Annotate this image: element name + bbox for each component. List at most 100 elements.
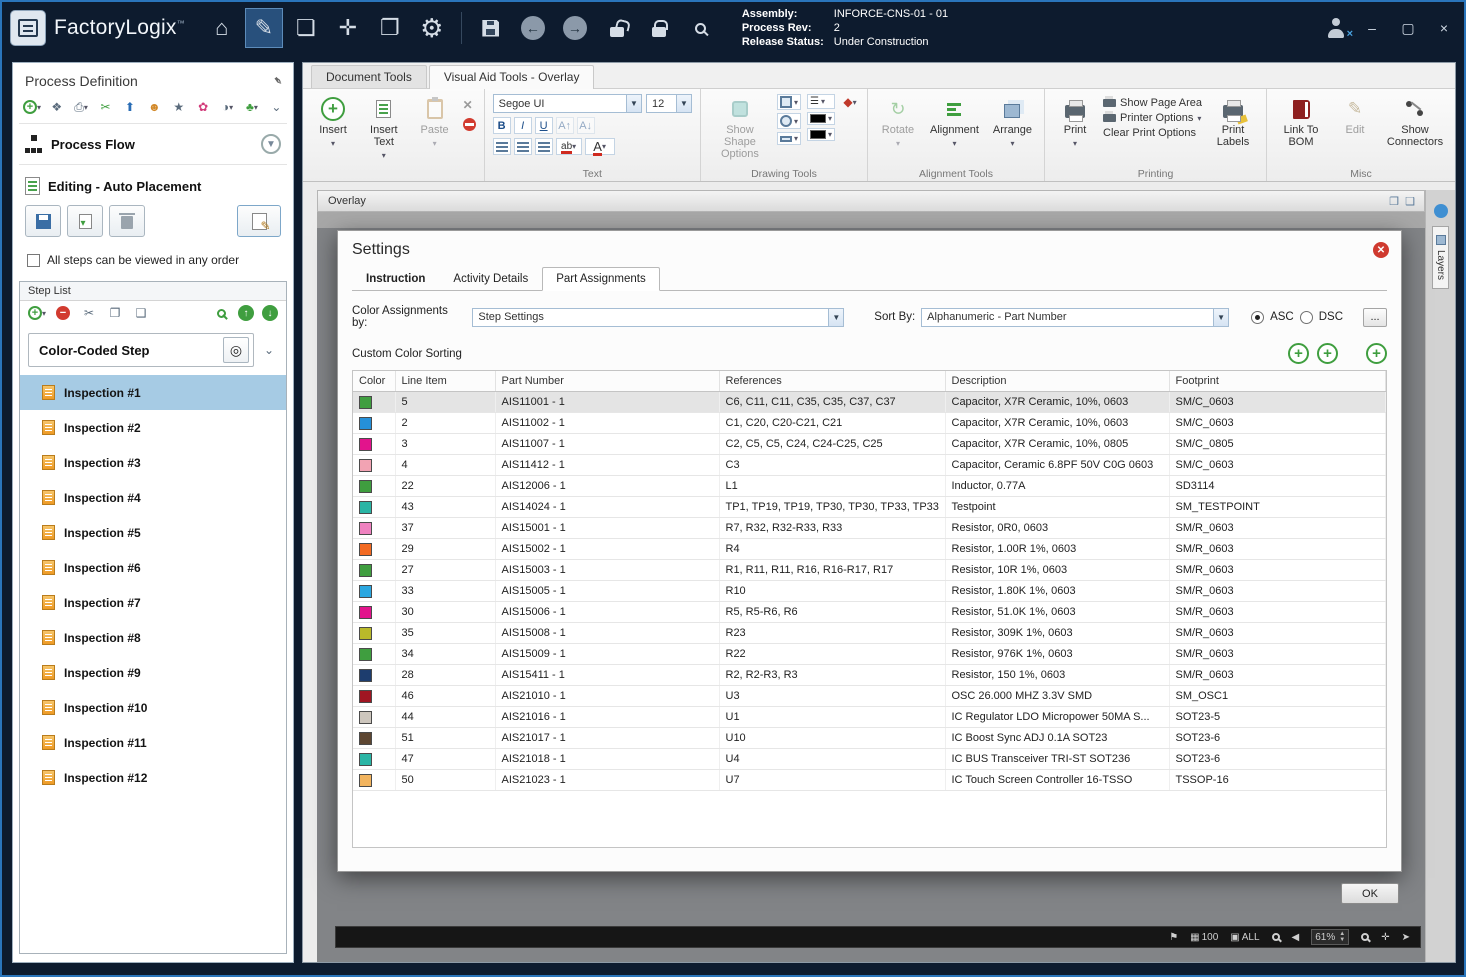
color-swatch[interactable]	[359, 710, 372, 724]
bold-button[interactable]: B	[492, 117, 511, 134]
cut-step-icon[interactable]: ✂	[80, 305, 98, 321]
move-down-icon[interactable]: ↓	[262, 305, 278, 321]
close-button[interactable]: ×	[1434, 20, 1454, 36]
process-edit-icon[interactable]: ✎	[244, 8, 283, 48]
actual-size-icon[interactable]: ❑	[1402, 194, 1418, 209]
undo-icon[interactable]: ←	[514, 8, 552, 48]
fit-page-icon[interactable]: ❐	[1386, 194, 1402, 209]
add-color-rule-icon[interactable]: +	[1288, 343, 1309, 364]
tab-document-tools[interactable]: Document Tools	[311, 65, 427, 88]
dsc-radio[interactable]	[1299, 310, 1313, 324]
align-center-button[interactable]	[513, 138, 532, 155]
color-swatch[interactable]	[359, 605, 372, 619]
upload-icon[interactable]: ⬆	[121, 99, 138, 115]
step-group-timer-icon[interactable]: ◎	[223, 337, 249, 363]
parts-table-row[interactable]: 35 AIS15008 - 1 R23 Resistor, 309K 1%, 0603…	[353, 622, 1386, 644]
process-flow-row[interactable]: Process Flow ▼	[19, 124, 287, 165]
printer-options-button[interactable]: Printer Options ▾	[1103, 111, 1202, 124]
insert-text-button[interactable]: Insert Text ▾	[361, 94, 407, 164]
color-swatch[interactable]	[359, 731, 372, 745]
overlay-canvas[interactable]: Settings ✕ Instruction Activity Details …	[317, 212, 1425, 962]
font-color-button[interactable]: A ▾	[584, 138, 615, 156]
print-labels-button[interactable]: Print Labels	[1208, 94, 1258, 150]
add-row-icon[interactable]: +	[1366, 343, 1387, 364]
save-icon[interactable]	[472, 8, 510, 48]
align-left-button[interactable]	[492, 138, 511, 155]
layers-tab[interactable]: Layers	[1432, 226, 1449, 290]
save-step-button[interactable]	[25, 205, 61, 237]
fill-color-select[interactable]: ▾	[806, 128, 835, 141]
print-button[interactable]: Print ▾	[1053, 94, 1097, 152]
column-header[interactable]: Footprint	[1169, 371, 1386, 392]
layers-panel-icon[interactable]	[1433, 204, 1448, 218]
shape-select-3[interactable]: ▾	[776, 132, 801, 145]
move-up-icon[interactable]: ↑	[238, 305, 254, 321]
asc-radio[interactable]	[1251, 310, 1265, 324]
where-used-search-icon[interactable]	[682, 8, 720, 48]
rotate-button[interactable]: ↻ Rotate ▾	[876, 94, 920, 152]
materials-icon[interactable]: ❏	[287, 8, 325, 48]
color-swatch[interactable]	[359, 500, 372, 514]
pointer-icon[interactable]: ➤	[1402, 932, 1410, 943]
parts-table-row[interactable]: 46 AIS21010 - 1 U3 OSC 26.000 MHZ 3.3V SMD S…	[353, 685, 1386, 707]
italic-button[interactable]: I	[513, 117, 532, 134]
delete-button[interactable]	[109, 205, 145, 237]
step-list-item[interactable]: Inspection #4	[20, 480, 286, 515]
dialog-close-icon[interactable]: ✕	[1373, 242, 1389, 258]
remove-step-icon[interactable]: −	[54, 305, 72, 321]
user-logout-icon[interactable]: ×	[1326, 18, 1353, 40]
insert-button[interactable]: + Insert ▾	[311, 94, 355, 152]
color-swatch[interactable]	[359, 542, 372, 556]
color-swatch[interactable]	[359, 521, 372, 535]
add-step-icon[interactable]: + ▾	[28, 305, 46, 321]
show-connectors-button[interactable]: Show Connectors	[1383, 94, 1447, 150]
copy-step-icon[interactable]: ❐	[106, 305, 124, 321]
parts-table-row[interactable]: 30 AIS15006 - 1 R5, R5-R6, R6 Resistor, 51.…	[353, 601, 1386, 623]
arrange-button[interactable]: Arrange ▾	[989, 94, 1036, 152]
paint-bucket-icon[interactable]: ◆ ▾	[841, 94, 859, 110]
step-list-item[interactable]: Inspection #11	[20, 725, 286, 760]
step-list-item[interactable]: Inspection #3	[20, 445, 286, 480]
zoom-prev-icon[interactable]: ◀	[1292, 932, 1300, 943]
palette-icon[interactable]: ◑ ▾	[219, 99, 236, 115]
parts-table-row[interactable]: 37 AIS15001 - 1 R7, R32, R32-R33, R33 Resis…	[353, 517, 1386, 539]
step-list-item[interactable]: Inspection #12	[20, 760, 286, 795]
step-list-item[interactable]: Inspection #5	[20, 515, 286, 550]
color-swatch[interactable]	[359, 752, 372, 766]
pin-marker-icon[interactable]: ⚑	[1169, 932, 1178, 943]
tab-visual-aid-tools[interactable]: Visual Aid Tools - Overlay	[428, 65, 595, 89]
sort-by-select[interactable]: Alphanumeric - Part Number ▼	[921, 307, 1230, 327]
maximize-button[interactable]: ▢	[1398, 20, 1418, 37]
tree-icon[interactable]: ♣ ▾	[243, 99, 260, 115]
column-header[interactable]: Part Number	[495, 371, 720, 392]
parts-table-row[interactable]: 29 AIS15002 - 1 R4 Resistor, 1.00R 1%, 0603…	[353, 538, 1386, 560]
color-swatch[interactable]	[359, 626, 372, 640]
zoom-stepper-icon[interactable]: ▲ ▼	[1339, 931, 1345, 943]
link-icon[interactable]: ❖	[48, 99, 65, 115]
zoom-out-icon[interactable]	[1271, 933, 1280, 941]
subscript-button[interactable]: A↓	[576, 117, 595, 134]
tab-part-assignments[interactable]: Part Assignments	[542, 267, 660, 291]
show-page-area-button[interactable]: Show Page Area	[1103, 96, 1202, 109]
print-icon[interactable]: ⎙ ▾	[72, 99, 89, 115]
favorite-icon[interactable]: ★	[170, 99, 187, 115]
parts-table-row[interactable]: 27 AIS15003 - 1 R1, R11, R11, R16, R16-R17…	[353, 559, 1386, 581]
settings-gear-icon[interactable]: ⚙	[413, 8, 451, 48]
parts-table-row[interactable]: 47 AIS21018 - 1 U4 IC BUS Transceiver TRI-S…	[353, 748, 1386, 770]
redo-icon[interactable]: →	[556, 8, 594, 48]
step-list-item[interactable]: Inspection #9	[20, 655, 286, 690]
home-icon[interactable]: ⌂	[203, 8, 241, 48]
step-list-item[interactable]: Inspection #10	[20, 690, 286, 725]
step-list-item[interactable]: Inspection #7	[20, 585, 286, 620]
color-swatch[interactable]	[359, 563, 372, 577]
parts-table-row[interactable]: 51 AIS21017 - 1 U10 IC Boost Sync ADJ 0.1A …	[353, 727, 1386, 749]
parts-table-row[interactable]: 33 AIS15005 - 1 R10 Resistor, 1.80K 1%, 060…	[353, 580, 1386, 602]
highlight-color-button[interactable]: ab ▾	[555, 138, 582, 155]
edit-placement-button[interactable]	[237, 205, 281, 237]
line-color-select[interactable]: ▾	[806, 112, 835, 125]
collapse-chevron-icon[interactable]: ▼	[261, 134, 281, 154]
add-color-group-icon[interactable]: +	[1317, 343, 1338, 364]
align-right-button[interactable]	[534, 138, 553, 155]
color-swatch[interactable]	[359, 458, 372, 472]
color-swatch[interactable]	[359, 689, 372, 703]
